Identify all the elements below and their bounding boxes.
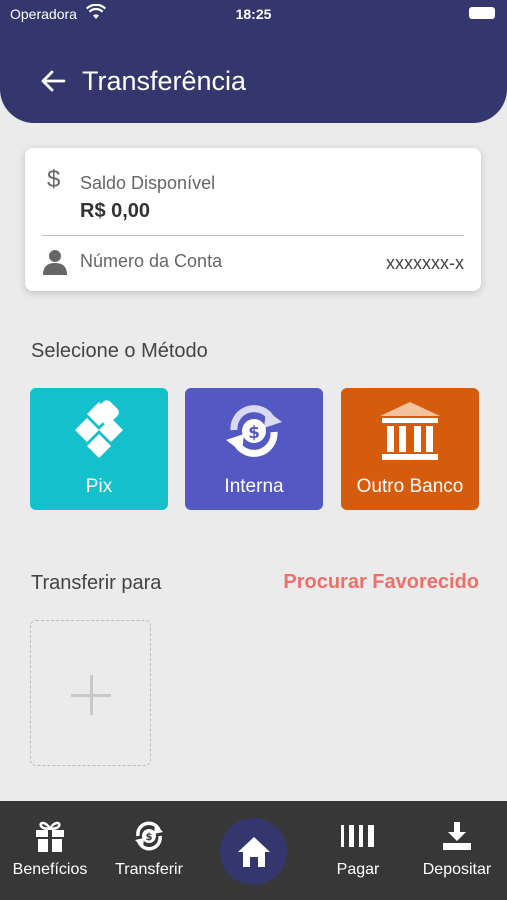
tab-pagar[interactable]: Pagar xyxy=(326,819,390,879)
home-icon xyxy=(237,836,270,867)
method-pix-button[interactable]: Pix xyxy=(30,388,168,510)
tab-pagar-label: Pagar xyxy=(336,861,380,878)
exchange-icon: $ xyxy=(185,400,323,462)
tab-beneficios[interactable]: Benefícios xyxy=(11,819,89,879)
method-section-title: Selecione o Método xyxy=(31,340,208,362)
account-number-label: Número da Conta xyxy=(80,251,223,271)
user-icon xyxy=(43,249,67,280)
tab-depositar[interactable]: Depositar xyxy=(418,819,496,879)
tab-transferir[interactable]: $ Transferir xyxy=(109,819,189,879)
arrow-left-icon xyxy=(41,70,66,92)
status-time: 18:25 xyxy=(235,6,272,22)
search-favorite-link[interactable]: Procurar Favorecido xyxy=(283,571,479,594)
tab-depositar-label: Depositar xyxy=(422,861,492,878)
transfer-to-title: Transferir para xyxy=(31,572,162,594)
battery-icon xyxy=(469,7,495,19)
back-button[interactable] xyxy=(38,66,72,100)
tab-beneficios-label: Benefícios xyxy=(12,861,88,878)
method-other-bank-button[interactable]: Outro Banco xyxy=(341,388,479,510)
plus-icon xyxy=(71,675,111,715)
dollar-icon: $ xyxy=(47,166,61,193)
balance-label: Saldo Disponível xyxy=(80,173,216,193)
pix-icon xyxy=(30,400,168,460)
balance-value: R$ 0,00 xyxy=(80,200,151,222)
tab-transferir-label: Transferir xyxy=(115,861,183,878)
card-divider xyxy=(42,235,464,236)
method-internal-label: Interna xyxy=(224,476,284,497)
download-icon xyxy=(418,819,496,853)
account-number-value: xxxxxxx-x xyxy=(386,253,464,273)
home-button[interactable] xyxy=(220,818,287,885)
transfer-icon: $ xyxy=(109,819,189,853)
svg-text:$: $ xyxy=(248,423,260,443)
method-internal-button[interactable]: $ Interna xyxy=(185,388,323,510)
app-header: Operadora 18:25 Transferência xyxy=(0,0,507,123)
method-other-bank-label: Outro Banco xyxy=(356,476,464,497)
account-card: $ Saldo Disponível R$ 0,00 Número da Con… xyxy=(25,148,481,291)
bank-icon xyxy=(341,400,479,462)
status-bar: Operadora 18:25 xyxy=(0,0,507,30)
page-title: Transferência xyxy=(82,66,247,96)
add-recipient-button[interactable] xyxy=(30,620,151,766)
barcode-icon xyxy=(326,819,390,853)
method-pix-label: Pix xyxy=(85,476,113,497)
gift-icon xyxy=(11,819,89,853)
svg-text:$: $ xyxy=(146,832,153,843)
